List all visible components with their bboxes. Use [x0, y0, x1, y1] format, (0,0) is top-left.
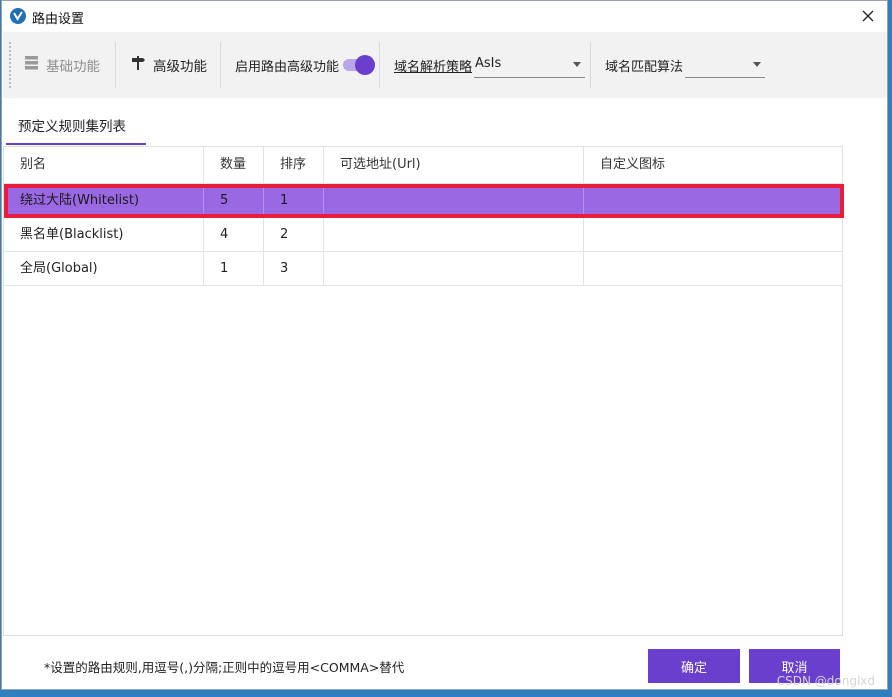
table-row[interactable]: 黑名单(Blacklist) 4 2: [4, 218, 842, 252]
cell-alias: 绕过大陆(Whitelist): [4, 184, 204, 217]
title-bar: 路由设置: [2, 1, 887, 31]
toggle-knob: [355, 55, 375, 75]
table-row[interactable]: 全局(Global) 1 3: [4, 252, 842, 286]
table-row[interactable]: 绕过大陆(Whitelist) 5 1: [4, 184, 842, 218]
cell-alias: 全局(Global): [4, 252, 204, 285]
cell-url: [324, 252, 584, 285]
dns-strategy-value: AsIs: [475, 56, 502, 71]
toolbar-divider: [590, 42, 591, 88]
toolbar-divider: [220, 42, 221, 88]
routing-rule-hint: *设置的路由规则,用逗号(,)分隔;正则中的逗号用<COMMA>替代: [44, 660, 405, 675]
column-header-order[interactable]: 排序: [264, 147, 324, 183]
cell-alias: 黑名单(Blacklist): [4, 218, 204, 251]
cell-count: 5: [204, 184, 264, 217]
cell-url: [324, 218, 584, 251]
domain-match-select[interactable]: [685, 49, 765, 78]
tab-label: 预定义规则集列表: [18, 119, 126, 135]
domain-match-label: 域名匹配算法: [605, 59, 684, 75]
toolbar-gripper[interactable]: [9, 42, 11, 88]
toolbar-divider: [379, 42, 380, 88]
cell-icon: [584, 218, 842, 251]
chevron-down-icon: [573, 62, 581, 67]
ok-button[interactable]: 确定: [648, 649, 740, 683]
column-header-count[interactable]: 数量: [204, 147, 264, 183]
server-list-icon: [25, 56, 38, 74]
cell-icon: [584, 184, 842, 217]
dns-strategy-select[interactable]: AsIs: [474, 49, 585, 78]
dns-strategy-label[interactable]: 域名解析策略: [394, 32, 472, 98]
basic-features-button[interactable]: 基础功能: [25, 32, 100, 98]
advanced-features-label: 高级功能: [153, 59, 207, 75]
column-header-alias[interactable]: 别名: [4, 147, 204, 183]
advanced-features-button[interactable]: 高级功能: [131, 32, 207, 98]
app-logo-icon: [10, 8, 26, 24]
column-header-icon[interactable]: 自定义图标: [584, 147, 842, 183]
tab-predefined-rulesets[interactable]: 预定义规则集列表: [6, 109, 146, 145]
close-button[interactable]: [857, 5, 879, 27]
close-icon: [862, 10, 874, 22]
toolbar-divider: [115, 42, 116, 88]
cell-order: 2: [264, 218, 324, 251]
cell-order: 1: [264, 184, 324, 217]
enable-advanced-toggle[interactable]: [343, 54, 375, 76]
ruleset-table: 别名 数量 排序 可选地址(Url) 自定义图标 绕过大陆(Whitelist)…: [3, 146, 844, 636]
cell-url: [324, 184, 584, 217]
basic-features-label: 基础功能: [46, 59, 100, 75]
window-title: 路由设置: [32, 12, 85, 27]
tab-active-indicator: [6, 143, 146, 145]
table-header: 别名 数量 排序 可选地址(Url) 自定义图标: [4, 147, 842, 184]
watermark: CSDN @donglxd: [776, 674, 875, 688]
cell-order: 3: [264, 252, 324, 285]
chevron-down-icon: [753, 62, 761, 67]
cell-count: 1: [204, 252, 264, 285]
column-header-url[interactable]: 可选地址(Url): [324, 147, 584, 183]
route-settings-window: 路由设置 基础功能 高级功能 启用路由高级功能 域名解析策略 AsIs 域名匹配…: [1, 0, 888, 690]
signpost-icon: [131, 56, 145, 74]
enable-advanced-label: 启用路由高级功能: [235, 59, 340, 75]
cell-icon: [584, 252, 842, 285]
toolbar: 基础功能 高级功能 启用路由高级功能 域名解析策略 AsIs 域名匹配算法: [3, 32, 887, 98]
cell-count: 4: [204, 218, 264, 251]
